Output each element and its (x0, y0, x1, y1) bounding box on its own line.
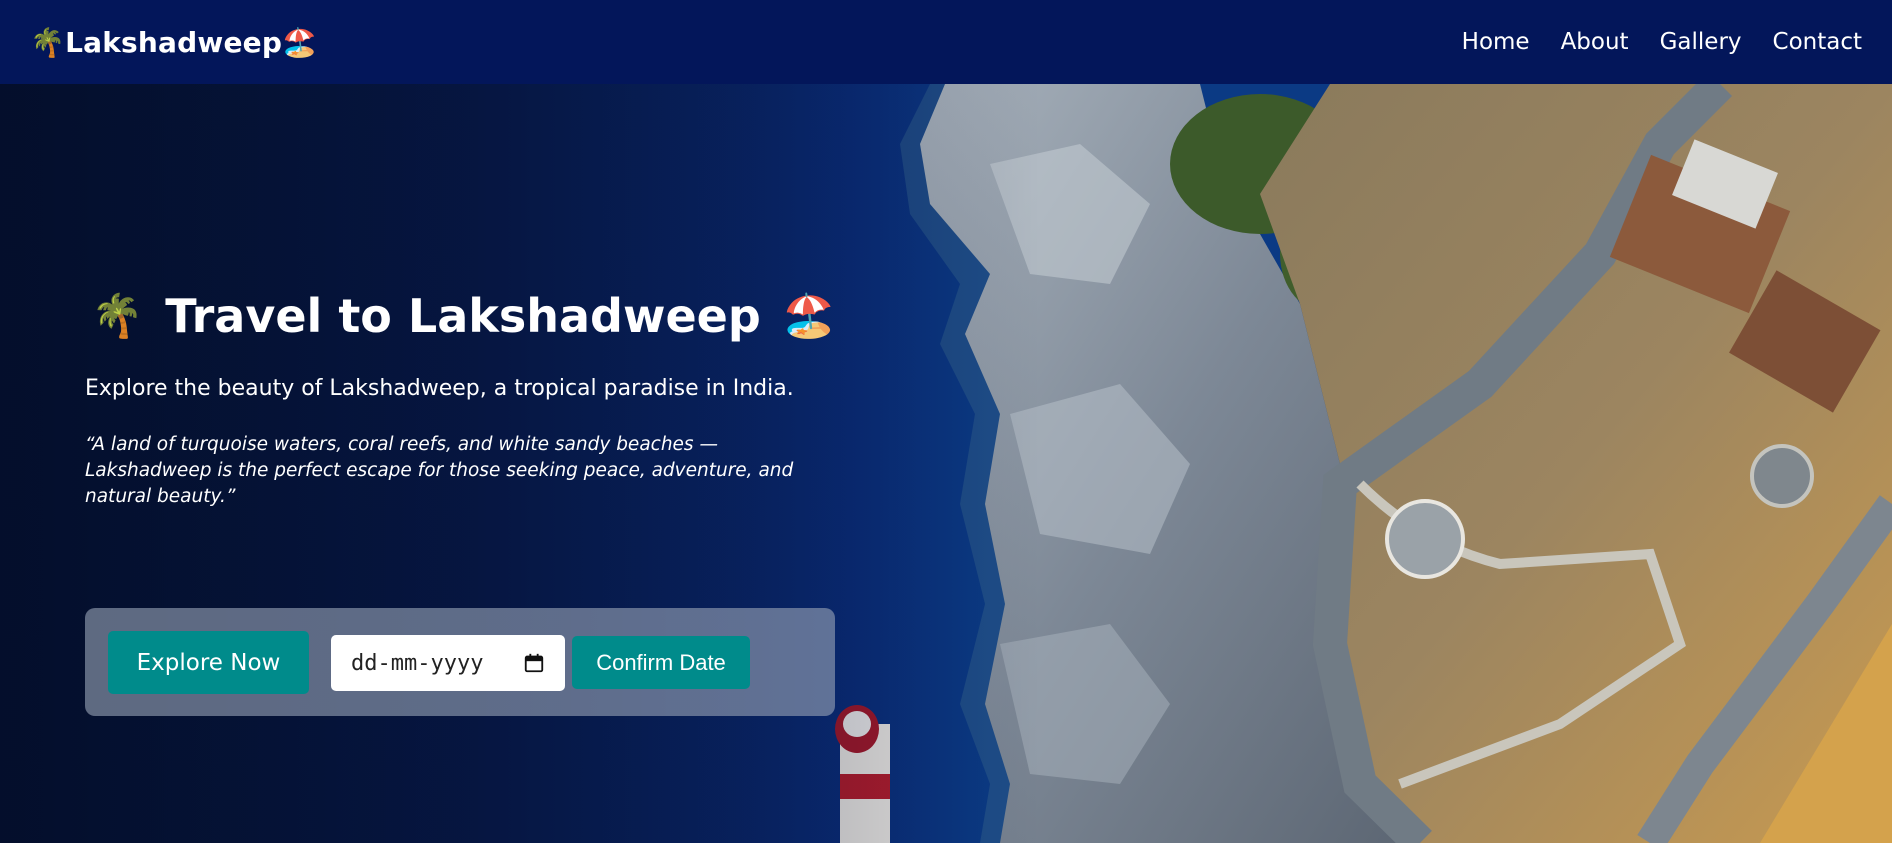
date-input[interactable]: dd-mm-yyyy (331, 635, 565, 691)
nav-gallery-link[interactable]: Gallery (1660, 29, 1742, 55)
explore-now-button[interactable]: Explore Now (108, 631, 309, 694)
palm-tree-icon: 🌴 (30, 25, 66, 59)
brand-logo[interactable]: 🌴 Lakshadweep 🏖️ (30, 26, 317, 59)
hero-quote: “A land of turquoise waters, coral reefs… (85, 433, 794, 508)
date-placeholder: dd-mm-yyyy (351, 650, 484, 676)
navbar: 🌴 Lakshadweep 🏖️ Home About Gallery Cont… (0, 0, 1892, 84)
beach-umbrella-icon: 🏖️ (782, 291, 836, 340)
booking-panel: Explore Now dd-mm-yyyy Confirm Date (85, 608, 835, 716)
hero-title-text: Travel to Lakshadweep (165, 289, 761, 343)
calendar-icon[interactable] (523, 652, 545, 674)
hero-title: 🌴 Travel to Lakshadweep 🏖️ (91, 283, 845, 349)
nav-contact-link[interactable]: Contact (1773, 29, 1862, 55)
page: 🌴 Lakshadweep 🏖️ Home About Gallery Cont… (0, 0, 1892, 843)
beach-umbrella-icon: 🏖️ (282, 25, 318, 59)
palm-tree-icon: 🌴 (91, 291, 144, 340)
nav-about-link[interactable]: About (1561, 29, 1629, 55)
hero-subtitle: Explore the beauty of Lakshadweep, a tro… (85, 376, 794, 401)
hero-content: 🌴 Travel to Lakshadweep 🏖️ Explore the b… (85, 283, 845, 510)
confirm-date-button[interactable]: Confirm Date (572, 636, 750, 689)
nav-links: Home About Gallery Contact (1462, 29, 1862, 55)
brand-name: Lakshadweep (65, 25, 283, 59)
nav-home-link[interactable]: Home (1462, 29, 1530, 55)
